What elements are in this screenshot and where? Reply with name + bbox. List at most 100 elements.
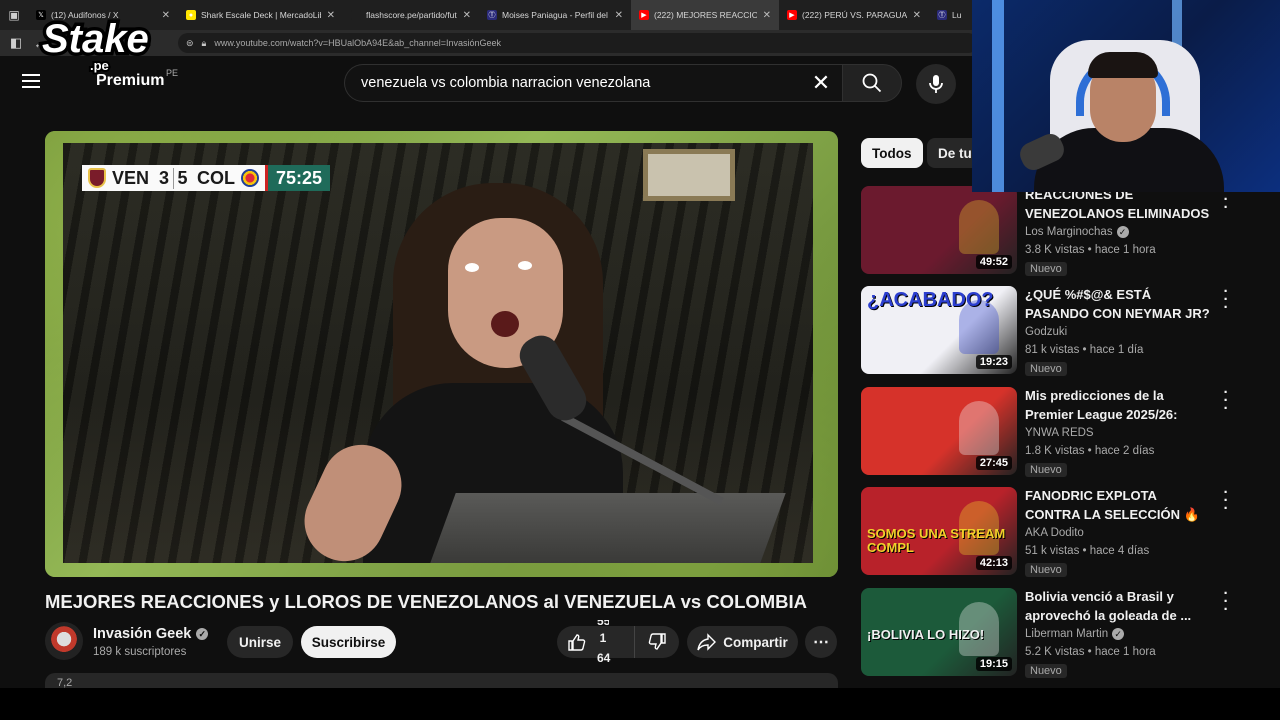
verified-icon: ✓ — [1112, 628, 1125, 640]
recommendation-meta: 1.8 K vistas • hace 2 días — [1025, 445, 1155, 457]
tab-title: (222) PERÚ VS. PARAGUAY | — [802, 10, 907, 20]
verified-icon: ✓ — [1116, 226, 1129, 238]
tab-favicon-icon: Ⓣ — [937, 10, 947, 20]
close-tab-icon[interactable]: ✕ — [913, 10, 921, 21]
recommendation-channel[interactable]: Los Marginochas — [1025, 226, 1113, 238]
recommendation-channel-row[interactable]: Godzuki — [1025, 326, 1067, 338]
venezuela-crest-icon — [88, 168, 106, 188]
recommendation-title[interactable]: FANODRIC EXPLOTA CONTRA LA SELECCIÓN 🔥 🌯… — [1025, 487, 1215, 524]
scoreboard: VEN 3 5 COL 75:25 — [82, 165, 331, 191]
browser-tab[interactable]: Ⓣ Luis S — [929, 0, 969, 30]
more-options-icon[interactable]: ··· — [1219, 284, 1233, 315]
site-info-icon[interactable]: ⊜ — [186, 38, 194, 49]
video-thumbnail[interactable]: 49:52 — [861, 186, 1017, 274]
video-title: MEJORES REACCIONES y LLOROS DE VENEZOLAN… — [45, 591, 808, 612]
search-input[interactable] — [344, 64, 842, 102]
close-tab-icon[interactable]: ✕ — [463, 10, 471, 21]
url-field[interactable]: ⊜ 🔒︎ www.youtube.com/watch?v=HBUalObA94E… — [178, 33, 978, 53]
like-count-mid: 1 — [599, 631, 607, 645]
recommendation-meta: 51 k vistas • hace 4 días — [1025, 545, 1150, 557]
lock-icon: 🔒︎ — [201, 37, 207, 48]
like-count: 55 1 64 — [597, 620, 611, 666]
recommendation-meta: 5.2 K vistas • hace 1 hora — [1025, 646, 1156, 658]
like-dislike-group: 55 1 64 — [557, 620, 679, 665]
close-tab-icon[interactable]: ✕ — [615, 10, 623, 21]
tab-favicon-icon — [351, 10, 361, 20]
recommendation-item[interactable]: 27:45 Mis predicciones de la Premier Leag… — [861, 385, 1241, 477]
sidebar-toggle-icon[interactable]: ◧ — [4, 30, 28, 56]
country-code: PE — [166, 68, 179, 78]
recommendation-item[interactable]: ¡BOLIVIA LO HIZO! 19:15 Bolivia venció a B… — [861, 586, 1241, 678]
clear-search-icon[interactable]: ✕ — [810, 72, 832, 94]
join-button[interactable]: Unirse — [227, 626, 293, 658]
new-badge: Nuevo — [1025, 463, 1067, 477]
tab-favicon-icon: Ⓣ — [487, 10, 497, 20]
subscribe-button[interactable]: Suscribirse — [301, 626, 396, 658]
recommendation-title[interactable]: Mis predicciones de la Premier League 20… — [1025, 387, 1215, 424]
stake-logo: Stake .pe — [39, 14, 153, 76]
taskbar-strip — [0, 688, 1280, 720]
recommendation-channel[interactable]: Liberman Martin — [1025, 628, 1108, 640]
browser-tab[interactable]: ▶ (222) MEJORES REACCIONE ✕ — [631, 0, 779, 30]
browser-tab[interactable]: Ⓣ Moises Paniagua - Perfil del jug ✕ — [479, 0, 631, 30]
share-button[interactable]: Compartir — [687, 626, 798, 658]
more-actions-button[interactable]: ⋯ — [805, 626, 837, 658]
video-thumbnail[interactable]: SOMOS UNA STREAM COMPL 42:13 — [861, 487, 1017, 575]
browser-tab[interactable]: ▶ (222) PERÚ VS. PARAGUAY | ✕ — [779, 0, 929, 30]
voice-search-button[interactable] — [916, 64, 956, 104]
browser-tab[interactable]: flashscore.pe/partido/futbol/co ✕ — [343, 0, 479, 30]
recommendation-item[interactable]: SOMOS UNA STREAM COMPL 42:13 FANODRIC EXPL… — [861, 485, 1241, 577]
recommendation-channel[interactable]: Godzuki — [1025, 326, 1067, 338]
channel-avatar[interactable] — [45, 622, 83, 660]
tab-title: flashscore.pe/partido/futbol/co — [366, 10, 457, 20]
recommendation-meta: 3.8 K vistas • hace 1 hora — [1025, 244, 1156, 256]
more-options-icon[interactable]: ··· — [1219, 385, 1233, 416]
video-thumbnail[interactable]: ¿ACABADO? 19:23 — [861, 286, 1017, 374]
subscriber-count: 189 k suscriptores — [93, 646, 187, 658]
video-duration: 19:15 — [975, 657, 1012, 671]
video-frame — [63, 143, 813, 563]
recommendation-channel-row[interactable]: Liberman Martin ✓ — [1025, 628, 1125, 640]
video-thumbnail[interactable]: 27:45 — [861, 387, 1017, 475]
close-tab-icon[interactable]: ✕ — [162, 10, 170, 21]
tab-actions-icon[interactable]: ▣ — [0, 0, 28, 30]
url-text: www.youtube.com/watch?v=HBUalObA94E&ab_c… — [214, 38, 502, 48]
thumbs-down-icon — [648, 633, 666, 650]
tab-title: Shark Escale Deck | MercadoLibr — [201, 10, 321, 20]
search-button[interactable] — [842, 64, 902, 102]
colombia-crest-icon — [241, 169, 260, 187]
recommendation-channel-row[interactable]: YNWA REDS — [1025, 427, 1094, 439]
home-team: VEN — [112, 167, 150, 188]
thumbnail-text: ¿ACABADO? — [867, 289, 994, 311]
video-player[interactable]: VEN 3 5 COL 75:25 — [45, 131, 838, 577]
tab-favicon-icon: ● — [186, 10, 196, 20]
thumbs-up-icon — [568, 634, 586, 651]
more-options-icon[interactable]: ··· — [1219, 586, 1233, 617]
video-thumbnail[interactable]: ¡BOLIVIA LO HIZO! 19:15 — [861, 588, 1017, 676]
chip-all[interactable]: Todos — [861, 138, 923, 168]
recommendation-channel-row[interactable]: AKA Dodito — [1025, 527, 1084, 539]
new-badge: Nuevo — [1025, 262, 1067, 276]
close-tab-icon[interactable]: ✕ — [327, 10, 335, 21]
browser-tab[interactable]: ● Shark Escale Deck | MercadoLibr ✕ — [178, 0, 343, 30]
recommendation-item[interactable]: 49:52 REACCIONES DE VENEZOLANOS ELIMINADO… — [861, 184, 1241, 276]
laptop — [430, 493, 786, 563]
recommendation-channel-row[interactable]: Los Marginochas ✓ — [1025, 226, 1129, 238]
recommendation-item[interactable]: ¿ACABADO? 19:23 ¿QUÉ %#$@& ESTÁ PASANDO CO… — [861, 284, 1241, 376]
menu-icon[interactable] — [22, 74, 40, 88]
share-label: Compartir — [723, 634, 788, 650]
search-bar: ✕ — [344, 64, 902, 102]
close-tab-icon[interactable]: ✕ — [763, 10, 771, 21]
more-options-icon[interactable]: ··· — [1219, 485, 1233, 516]
recommendation-channel[interactable]: AKA Dodito — [1025, 527, 1084, 539]
recommendation-title[interactable]: Bolivia venció a Brasil y aprovechó la g… — [1025, 588, 1215, 625]
recommendation-channel[interactable]: YNWA REDS — [1025, 427, 1094, 439]
dislike-button[interactable] — [635, 632, 679, 652]
channel-name[interactable]: Invasión Geek — [93, 626, 191, 642]
thumbnail-text: ¡BOLIVIA LO HIZO! — [867, 627, 985, 642]
channel-name-row[interactable]: Invasión Geek ✓ — [93, 626, 209, 642]
recommendation-title[interactable]: ¿QUÉ %#$@& ESTÁ PASANDO CON NEYMAR JR? — [1025, 286, 1215, 323]
like-button[interactable]: 55 1 64 — [557, 620, 635, 665]
like-count-bot: 64 — [597, 651, 611, 665]
share-icon — [697, 633, 717, 651]
